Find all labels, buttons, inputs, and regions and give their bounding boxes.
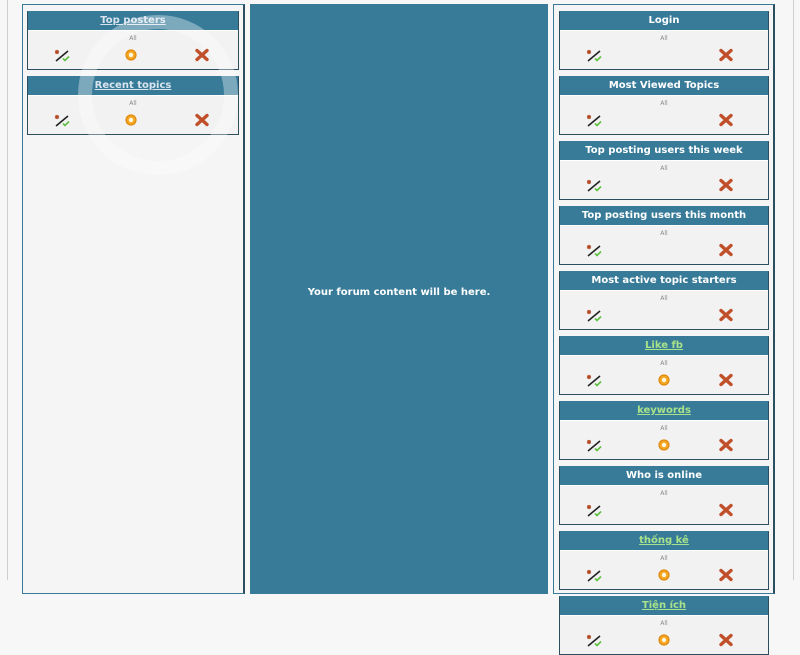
- widget-visibility: All: [129, 35, 137, 42]
- delete-icon[interactable]: [718, 372, 734, 387]
- delete-icon[interactable]: [718, 502, 734, 517]
- move-icon[interactable]: [586, 437, 602, 452]
- widget-visibility: All: [660, 35, 668, 42]
- settings-icon[interactable]: [656, 632, 672, 646]
- delete-icon[interactable]: [194, 47, 210, 62]
- delete-icon[interactable]: [718, 112, 734, 127]
- widget-top-posting-users-this-month[interactable]: Top posting users this month All: [559, 206, 769, 265]
- move-icon[interactable]: [586, 567, 602, 582]
- forum-content-placeholder: Your forum content will be here.: [307, 286, 491, 298]
- widget-title[interactable]: Top posters: [28, 12, 238, 31]
- widget-title[interactable]: Like fb: [560, 337, 768, 356]
- widget-visibility: All: [660, 230, 668, 237]
- left-column: Top posters All Recent topics All: [22, 4, 245, 594]
- settings-icon[interactable]: [656, 372, 672, 386]
- widget-th-ng-k-[interactable]: thống kê All: [559, 531, 769, 590]
- page-border-left: [7, 0, 8, 580]
- widget-title[interactable]: Top posting users this month: [560, 207, 768, 226]
- widget-visibility: All: [660, 490, 668, 497]
- widget-visibility: All: [129, 100, 137, 107]
- widget-most-viewed-topics[interactable]: Most Viewed Topics All: [559, 76, 769, 135]
- widget-title[interactable]: Who is online: [560, 467, 768, 486]
- widget-most-active-topic-starters[interactable]: Most active topic starters All: [559, 271, 769, 330]
- page-border-right: [793, 0, 794, 580]
- widget-visibility: All: [660, 100, 668, 107]
- widget-visibility: All: [660, 295, 668, 302]
- move-icon[interactable]: [586, 372, 602, 387]
- move-icon[interactable]: [54, 47, 70, 62]
- widget-like-fb[interactable]: Like fb All: [559, 336, 769, 395]
- widget-title[interactable]: Recent topics: [28, 77, 238, 96]
- widget-keywords[interactable]: keywords All: [559, 401, 769, 460]
- forum-content-area: Your forum content will be here.: [250, 4, 548, 594]
- delete-icon[interactable]: [718, 437, 734, 452]
- widget-title[interactable]: thống kê: [560, 532, 768, 551]
- move-icon[interactable]: [586, 242, 602, 257]
- widget-visibility: All: [660, 555, 668, 562]
- settings-icon[interactable]: [123, 47, 139, 61]
- move-icon[interactable]: [586, 632, 602, 647]
- delete-icon[interactable]: [718, 632, 734, 647]
- widget-title[interactable]: Login: [560, 12, 768, 31]
- move-icon[interactable]: [54, 112, 70, 127]
- widget-title[interactable]: Most active topic starters: [560, 272, 768, 291]
- move-icon[interactable]: [586, 502, 602, 517]
- move-icon[interactable]: [586, 177, 602, 192]
- widget-title[interactable]: Tiện ích: [560, 597, 768, 616]
- widget-visibility: All: [660, 425, 668, 432]
- widget-title[interactable]: Top posting users this week: [560, 142, 768, 161]
- move-icon[interactable]: [586, 112, 602, 127]
- move-icon[interactable]: [586, 47, 602, 62]
- widget-title[interactable]: Most Viewed Topics: [560, 77, 768, 96]
- widget-recent-topics[interactable]: Recent topics All: [27, 76, 239, 135]
- delete-icon[interactable]: [718, 47, 734, 62]
- widget-ti-n-ch[interactable]: Tiện ích All: [559, 596, 769, 655]
- widget-visibility: All: [660, 165, 668, 172]
- settings-icon[interactable]: [656, 567, 672, 581]
- widget-top-posting-users-this-week[interactable]: Top posting users this week All: [559, 141, 769, 200]
- settings-icon[interactable]: [656, 437, 672, 451]
- widget-who-is-online[interactable]: Who is online All: [559, 466, 769, 525]
- delete-icon[interactable]: [718, 307, 734, 322]
- delete-icon[interactable]: [718, 242, 734, 257]
- widget-visibility: All: [660, 620, 668, 627]
- widget-visibility: All: [660, 360, 668, 367]
- right-column: Login All Most Viewed Topics All Top pos…: [553, 4, 775, 655]
- widget-title[interactable]: keywords: [560, 402, 768, 421]
- delete-icon[interactable]: [718, 567, 734, 582]
- delete-icon[interactable]: [718, 177, 734, 192]
- delete-icon[interactable]: [194, 112, 210, 127]
- widget-login[interactable]: Login All: [559, 11, 769, 70]
- widget-top-posters[interactable]: Top posters All: [27, 11, 239, 70]
- move-icon[interactable]: [586, 307, 602, 322]
- settings-icon[interactable]: [123, 112, 139, 126]
